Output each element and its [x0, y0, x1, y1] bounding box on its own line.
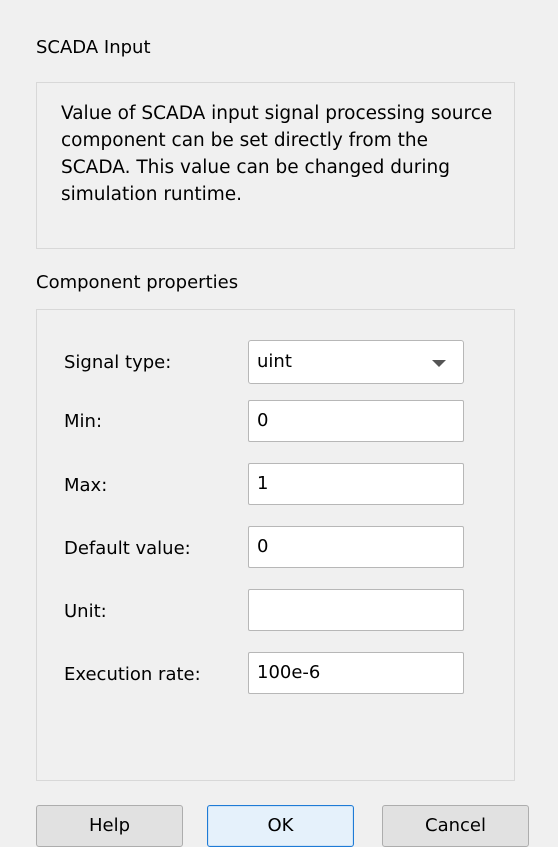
signal-type-label: Signal type:: [64, 352, 172, 373]
description-text: Value of SCADA input signal processing s…: [61, 103, 493, 205]
cancel-button[interactable]: Cancel: [382, 805, 529, 847]
signal-type-value: uint: [257, 351, 292, 372]
unit-input[interactable]: [248, 589, 464, 631]
scada-input-dialog: SCADA Input Value of SCADA input signal …: [0, 0, 558, 847]
ok-button[interactable]: OK: [207, 805, 354, 847]
default-value-label: Default value:: [64, 538, 191, 559]
max-input[interactable]: 1: [248, 463, 464, 505]
signal-type-select[interactable]: uint: [248, 340, 464, 384]
min-label: Min:: [64, 411, 103, 432]
chevron-down-icon: [432, 360, 446, 367]
max-label: Max:: [64, 475, 108, 496]
execution-rate-label: Execution rate:: [64, 664, 201, 685]
scada-input-title: SCADA Input: [36, 37, 151, 58]
help-button[interactable]: Help: [36, 805, 183, 847]
component-properties-title: Component properties: [36, 272, 239, 293]
component-properties-panel: Signal type: uint Min: 0 Max: 1 Default …: [36, 309, 515, 781]
unit-label: Unit:: [64, 601, 107, 622]
default-value-input[interactable]: 0: [248, 526, 464, 568]
execution-rate-input[interactable]: 100e-6: [248, 652, 464, 694]
min-input[interactable]: 0: [248, 400, 464, 442]
description-box: Value of SCADA input signal processing s…: [36, 82, 515, 249]
